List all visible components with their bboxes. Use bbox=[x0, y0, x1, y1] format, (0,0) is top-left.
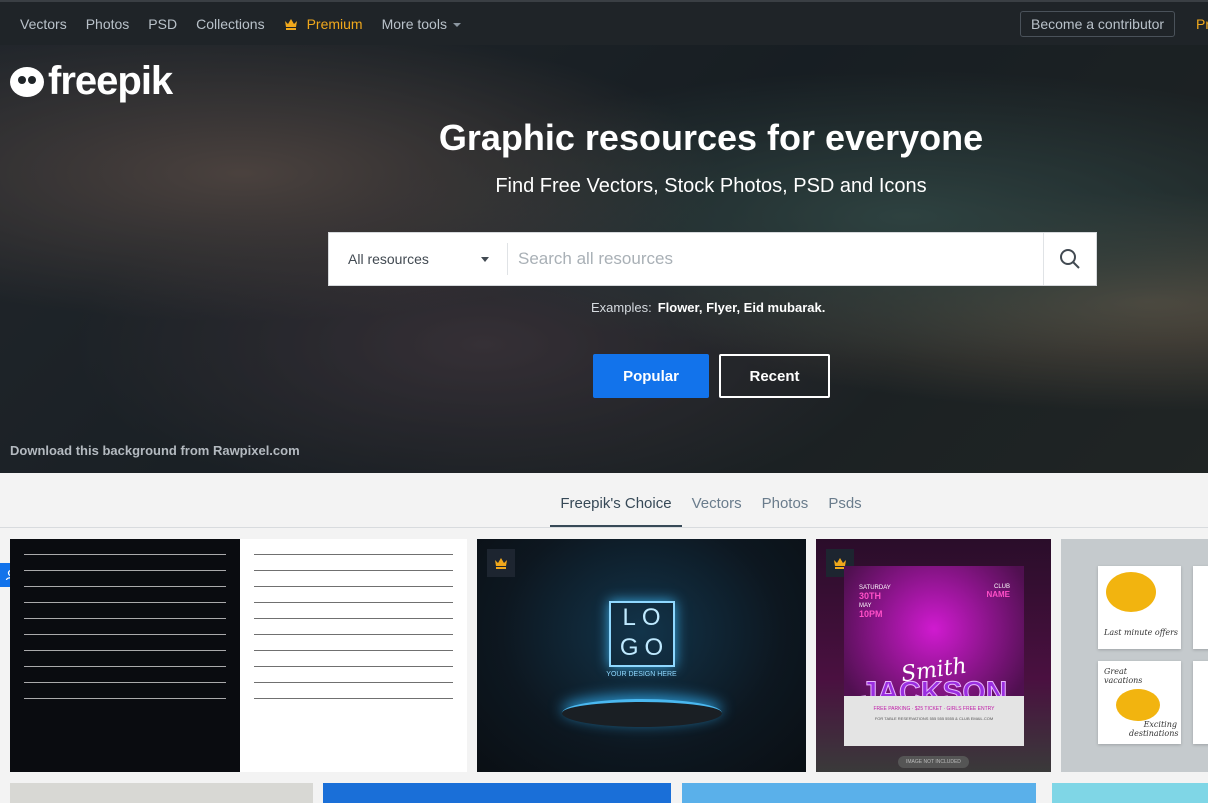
flyer-preview: SATURDAY 30TH MAY 10PM CLUB NAME JACKSON Smi… bbox=[844, 566, 1024, 746]
search-bar: All resources bbox=[328, 232, 1097, 286]
flyer-club: CLUB NAME bbox=[986, 584, 1010, 599]
nav-pricing-link[interactable]: Pr bbox=[1196, 16, 1208, 32]
more-tools-label: More tools bbox=[381, 15, 447, 32]
nav-premium-label: Premium bbox=[306, 15, 363, 32]
top-navigation: Vectors Photos PSD Collections Premium M… bbox=[0, 0, 1208, 45]
nav-photos[interactable]: Photos bbox=[86, 16, 130, 32]
travel-post bbox=[1193, 566, 1208, 649]
flyer-club-name: NAME bbox=[986, 590, 1010, 599]
freepik-bot-icon bbox=[10, 66, 44, 97]
freepik-logo[interactable]: freepik bbox=[10, 59, 173, 104]
background-credit-link[interactable]: Download this background from Rawpixel.c… bbox=[10, 443, 300, 458]
hero-subtitle: Find Free Vectors, Stock Photos, PSD and… bbox=[495, 175, 927, 197]
flyer-address: FOR TABLE RESERVATIONS 555 555 5555 & CL… bbox=[874, 716, 994, 721]
premium-badge bbox=[487, 549, 515, 577]
image-not-included-badge: IMAGE NOT INCLUDED bbox=[898, 756, 969, 768]
travel-post-text: Great vacations bbox=[1104, 667, 1143, 685]
flyer-perks: FREE PARKING · $25 TICKET · GIRLS FREE E… bbox=[873, 706, 995, 712]
recent-button[interactable]: Recent bbox=[719, 354, 830, 398]
logo-text: freepik bbox=[48, 59, 173, 103]
resource-type-select[interactable]: All resources bbox=[329, 243, 508, 275]
resource-type-value: All resources bbox=[348, 251, 429, 267]
flyer-time: 10PM bbox=[859, 609, 883, 619]
crown-icon bbox=[284, 18, 297, 30]
nav-vectors[interactable]: Vectors bbox=[20, 16, 67, 32]
logo-top: LO bbox=[622, 604, 667, 631]
neon-logo: LO GO bbox=[609, 601, 675, 667]
resource-card[interactable] bbox=[10, 783, 313, 803]
tab-freepiks-choice[interactable]: Freepik's Choice bbox=[550, 473, 682, 527]
resource-card-party-flyer[interactable]: SATURDAY 30TH MAY 10PM CLUB NAME JACKSON Smi… bbox=[816, 539, 1051, 772]
tab-psds[interactable]: Psds bbox=[818, 473, 871, 527]
logo-tagline: YOUR DESIGN HERE bbox=[606, 671, 677, 678]
ornament-light-panel bbox=[240, 539, 467, 772]
travel-post-text: Exciting destinations bbox=[1129, 720, 1179, 738]
nav-premium[interactable]: Premium bbox=[284, 16, 363, 32]
flyer-date-num: 30TH bbox=[859, 591, 882, 601]
search-icon bbox=[1060, 249, 1080, 269]
travel-post: Last minute offers bbox=[1098, 566, 1181, 649]
resource-card[interactable] bbox=[1052, 783, 1208, 803]
travel-post bbox=[1193, 661, 1208, 744]
search-input[interactable] bbox=[508, 233, 1043, 285]
logo-bottom: GO bbox=[619, 634, 670, 661]
search-button[interactable] bbox=[1043, 233, 1096, 285]
chevron-down-icon bbox=[452, 22, 461, 27]
travel-post-text: Last minute offers bbox=[1104, 628, 1179, 637]
resource-card-ornaments[interactable] bbox=[10, 539, 467, 772]
travel-post: Great vacations Exciting destinations bbox=[1098, 661, 1181, 744]
resource-card[interactable] bbox=[682, 783, 1036, 803]
become-contributor-button[interactable]: Become a contributor bbox=[1020, 11, 1176, 37]
popular-button[interactable]: Popular bbox=[593, 354, 709, 398]
examples-links[interactable]: Flower, Flyer, Eid mubarak. bbox=[658, 300, 826, 315]
content-tabs: Freepik's Choice Vectors Photos Psds bbox=[0, 473, 1208, 528]
hero-banner: freepik Graphic resources for everyone F… bbox=[0, 45, 1208, 473]
tab-vectors[interactable]: Vectors bbox=[682, 473, 752, 527]
flyer-info-strip: FREE PARKING · $25 TICKET · GIRLS FREE E… bbox=[844, 696, 1024, 746]
hero-title: Graphic resources for everyone bbox=[438, 117, 984, 158]
resource-card-logo-mockup[interactable]: LO GO YOUR DESIGN HERE bbox=[477, 539, 806, 772]
examples-label: Examples: bbox=[591, 300, 652, 315]
resource-card[interactable] bbox=[323, 783, 671, 803]
resource-card-travel-posts[interactable]: Last minute offers Great vacations Exciti… bbox=[1061, 539, 1208, 772]
tab-photos[interactable]: Photos bbox=[752, 473, 819, 527]
pedestal bbox=[562, 699, 722, 727]
nav-collections[interactable]: Collections bbox=[196, 16, 264, 32]
nav-psd[interactable]: PSD bbox=[148, 16, 177, 32]
flyer-date: SATURDAY 30TH MAY 10PM bbox=[859, 584, 891, 620]
nav-more-tools[interactable]: More tools bbox=[382, 16, 461, 32]
search-examples: Examples: Flower, Flyer, Eid mubarak. bbox=[591, 300, 825, 315]
crown-icon bbox=[495, 558, 507, 569]
caret-down-icon bbox=[481, 256, 489, 262]
ornament-dark-panel bbox=[10, 539, 240, 772]
